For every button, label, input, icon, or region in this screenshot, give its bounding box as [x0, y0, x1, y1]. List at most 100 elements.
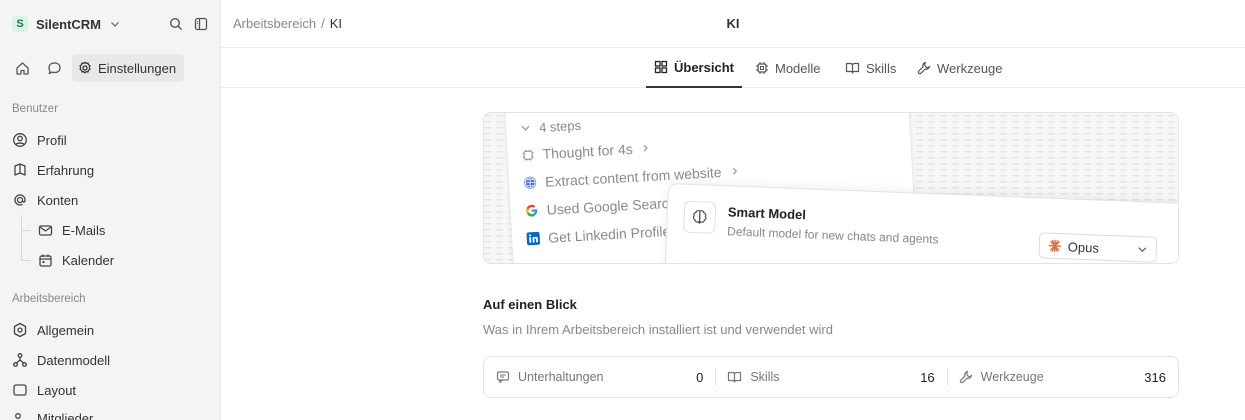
section-title: Auf einen Blick [483, 297, 577, 312]
tree-branch [21, 260, 31, 261]
page-header: Arbeitsbereich / KI KI [221, 0, 1245, 48]
stat-value: 0 [696, 369, 704, 385]
user-circle-icon [12, 132, 28, 148]
step-label: Get Linkedin Profile [547, 222, 671, 246]
stats-bar: Unterhaltungen 0 Skills 16 Werkzeuge 316 [483, 356, 1179, 398]
sidebar-item-experience[interactable]: Erfahrung [12, 158, 94, 182]
tab-bar: Übersicht Modelle Skills Werkzeuge [221, 48, 1245, 88]
tab-label: Werkzeuge [937, 60, 1003, 76]
stat-label: Skills [750, 370, 780, 384]
wrench-icon [959, 370, 973, 384]
home-button[interactable] [8, 54, 36, 82]
sidebar-item-calendar[interactable]: Kalender [38, 248, 114, 272]
spark-icon [1048, 239, 1063, 254]
model-description: Default model for new chats and agents [726, 224, 939, 247]
users-icon [12, 410, 28, 420]
globe-icon [523, 175, 538, 190]
sidebar-item-label: Erfahrung [37, 162, 95, 178]
tab-label: Skills [866, 60, 897, 76]
search-icon[interactable] [169, 17, 183, 31]
chat-icon [496, 370, 510, 384]
top-nav: Einstellungen [8, 54, 185, 82]
chat-bubble-icon [47, 61, 62, 76]
sparkle-book-icon [12, 162, 28, 178]
sidebar: S SilentCRM Einstellungen Benutzer Profi… [0, 0, 221, 420]
model-select-value: Opus [1067, 238, 1100, 256]
sidebar-item-layout[interactable]: Layout [12, 378, 76, 402]
model-title: Smart Model [727, 204, 807, 223]
tab-label: Übersicht [674, 59, 734, 75]
tree-branch [21, 230, 31, 231]
mail-icon [38, 223, 53, 238]
sidebar-item-label: Allgemein [37, 322, 95, 338]
tab-label: Modelle [775, 60, 821, 76]
sidebar-item-label: Mitglieder [37, 410, 94, 420]
book-open-icon [845, 61, 860, 75]
step-linkedin: Get Linkedin Profile [526, 223, 671, 247]
stat-label: Werkzeuge [980, 370, 1044, 384]
chat-button[interactable] [40, 54, 68, 82]
settings-nav-button[interactable]: Einstellungen [72, 54, 185, 82]
section-label-workspace: Arbeitsbereich [12, 293, 86, 305]
next-model-row [681, 262, 714, 263]
sidebar-item-label: Konten [37, 192, 79, 208]
book-icon [727, 370, 742, 384]
linkedin-logo-icon [526, 231, 541, 246]
chevron-down-icon [1137, 244, 1148, 255]
sidebar-item-general[interactable]: Allgemein [12, 318, 94, 342]
tab-models[interactable]: Modelle [755, 48, 821, 88]
chevron-down-icon [520, 123, 532, 135]
sidebar-toggle-icon[interactable] [194, 17, 208, 31]
steps-summary: 4 steps [520, 117, 582, 136]
stat-value: 16 [920, 369, 935, 385]
google-logo-icon [524, 203, 539, 218]
calendar-icon [38, 253, 53, 268]
ai-hero-illustration: 4 steps Thought for 4s Extract content f… [483, 112, 1179, 264]
stat-tools[interactable]: Werkzeuge 316 [946, 357, 1178, 397]
chevron-right-icon [729, 166, 740, 177]
layout-icon [12, 382, 28, 398]
stat-label: Unterhaltungen [518, 370, 604, 384]
workspace-badge: S [12, 16, 28, 32]
sidebar-item-label: Layout [37, 382, 77, 398]
workspace-name: SilentCRM [36, 16, 101, 32]
step-google: Used Google Search [524, 195, 677, 219]
brain-icon [683, 200, 717, 234]
tab-skills[interactable]: Skills [845, 48, 896, 88]
tab-tools[interactable]: Werkzeuge [917, 48, 1003, 88]
sidebar-item-accounts[interactable]: Konten [12, 188, 78, 212]
grid-icon [654, 60, 668, 74]
step-label: Thought for 4s [542, 140, 634, 162]
model-select[interactable]: Opus [1038, 232, 1158, 263]
hierarchy-icon [12, 352, 28, 368]
step-thought: Thought for 4s [521, 140, 651, 163]
sidebar-item-label: E-Mails [62, 222, 106, 238]
stat-conversations[interactable]: Unterhaltungen 0 [484, 357, 715, 397]
tab-overview[interactable]: Übersicht [646, 48, 742, 88]
chevron-right-icon [640, 143, 651, 154]
sidebar-item-label: Datenmodell [37, 352, 110, 368]
sidebar-item-label: Kalender [62, 252, 115, 268]
gear-icon [78, 61, 92, 75]
steps-count: 4 steps [538, 117, 582, 136]
stat-value: 316 [1144, 369, 1166, 385]
sidebar-item-members[interactable]: Mitglieder [12, 406, 93, 420]
sidebar-item-label: Profil [37, 132, 67, 148]
sidebar-item-emails[interactable]: E-Mails [38, 218, 105, 242]
chip-icon [521, 148, 535, 162]
sidebar-item-data-model[interactable]: Datenmodell [12, 348, 110, 372]
step-label: Used Google Search [546, 194, 677, 218]
wrench-icon [917, 61, 931, 75]
page-title: KI [726, 16, 740, 31]
tree-line [21, 215, 22, 260]
hexagon-icon [12, 322, 28, 338]
chip-icon [755, 61, 769, 75]
at-sign-icon [12, 192, 28, 208]
stat-skills[interactable]: Skills 16 [715, 357, 946, 397]
settings-label: Einstellungen [98, 60, 177, 76]
chevron-down-icon[interactable] [109, 18, 121, 30]
workspace-switcher[interactable]: S SilentCRM [12, 11, 208, 37]
sidebar-item-profile[interactable]: Profil [12, 128, 67, 152]
section-label-user: Benutzer [12, 103, 59, 115]
home-icon [15, 61, 30, 76]
